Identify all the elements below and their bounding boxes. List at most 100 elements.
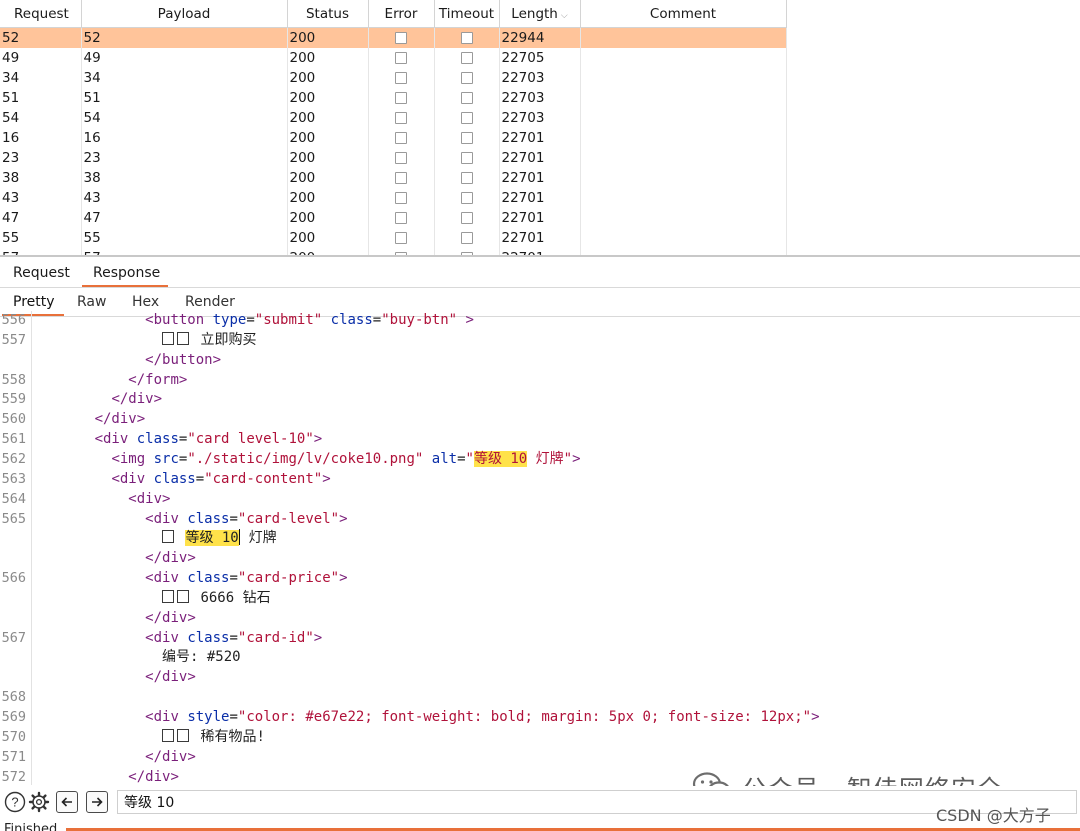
cell-status: 200 (287, 168, 369, 188)
code-text: </div> (145, 609, 196, 626)
line-number: 566 (1, 570, 26, 587)
code-text: 6666 钻石 (162, 588, 271, 608)
line-number: 570 (1, 728, 26, 745)
table-row[interactable]: 16 16 200 22701 (0, 128, 787, 148)
column-header-length[interactable]: Length ⌵ (499, 0, 581, 28)
cell-timeout (434, 68, 500, 88)
table-row[interactable]: 55 55 200 22701 (0, 228, 787, 248)
search-bar: ? (0, 786, 1080, 818)
cell-request: 54 (0, 108, 82, 128)
results-horizontal-scrollbar[interactable] (0, 255, 1080, 257)
tab-hex[interactable]: Hex (132, 294, 159, 310)
table-row[interactable]: 52 52 200 22944 (0, 27, 787, 48)
cell-status: 200 (287, 208, 369, 228)
cell-length: 22705 (499, 48, 581, 68)
code-text: 编号: #520 (162, 649, 241, 666)
cell-status: 200 (287, 128, 369, 148)
code-text: <button type="submit" class="buy-btn" > (145, 312, 474, 328)
cell-request: 55 (0, 228, 82, 248)
tab-raw[interactable]: Raw (77, 294, 106, 310)
cell-comment (580, 68, 787, 88)
cell-error (368, 128, 435, 148)
timeout-checkbox (460, 152, 473, 164)
cell-comment (580, 208, 787, 228)
table-row[interactable]: 23 23 200 22701 (0, 148, 787, 168)
table-row[interactable]: 47 47 200 22701 (0, 208, 787, 228)
error-checkbox (395, 32, 407, 44)
line-number: 564 (1, 490, 26, 507)
table-row[interactable]: 43 43 200 22701 (0, 188, 787, 208)
cell-request: 49 (0, 48, 82, 68)
missing-glyph-box (177, 589, 190, 603)
code-line: 562 <img src="./static/img/lv/coke10.png"… (0, 449, 581, 469)
cell-request: 51 (0, 88, 82, 108)
code-line: 556 <button type="submit" class="buy-btn"… (0, 311, 474, 330)
code-line: 编号: #520 (0, 647, 241, 667)
arrow-left-icon (61, 797, 72, 807)
search-input[interactable] (117, 790, 1077, 814)
missing-glyph-box (162, 728, 175, 742)
tab-render[interactable]: Render (185, 294, 235, 310)
tab-response[interactable]: Response (93, 265, 160, 281)
cell-request: 34 (0, 68, 82, 88)
response-code-view[interactable]: 556 <button type="submit" class="buy-btn"… (0, 311, 1080, 785)
cell-status: 200 (287, 228, 369, 248)
code-text: <div class="card-level"> (145, 510, 348, 527)
error-checkbox (395, 232, 407, 244)
table-row[interactable]: 34 34 200 22703 (0, 68, 787, 88)
cell-error (368, 148, 435, 168)
table-row[interactable]: 49 49 200 22705 (0, 48, 787, 68)
cell-error (368, 68, 435, 88)
code-text: </div> (94, 411, 146, 428)
column-header-timeout[interactable]: Timeout (434, 0, 500, 28)
table-row[interactable]: 38 38 200 22701 (0, 168, 787, 188)
line-number: 565 (1, 510, 26, 527)
code-line: 等级 10 灯牌 (0, 528, 277, 548)
previous-match-button[interactable] (56, 791, 78, 813)
cell-request: 38 (0, 168, 82, 188)
timeout-checkbox (460, 192, 473, 204)
help-button[interactable]: ? (4, 791, 26, 813)
next-match-button[interactable] (86, 791, 108, 813)
timeout-checkbox (460, 32, 473, 44)
code-line: 572 </div> (0, 767, 179, 785)
cell-timeout (434, 208, 500, 228)
column-header-comment[interactable]: Comment (580, 0, 787, 28)
cell-status: 200 (287, 148, 369, 168)
cell-timeout (434, 27, 500, 48)
cell-error (368, 27, 435, 48)
table-row[interactable]: 54 54 200 22703 (0, 108, 787, 128)
code-text: <div class="card-content"> (111, 470, 331, 487)
error-checkbox (395, 52, 407, 64)
tab-pretty[interactable]: Pretty (13, 294, 55, 310)
search-match-highlight: 等级 10 (473, 450, 528, 467)
column-header-status[interactable]: Status (287, 0, 369, 28)
code-line: 569 <div style="color: #e67e22; font-weig… (0, 707, 820, 727)
column-header-request[interactable]: Request (0, 0, 82, 28)
error-checkbox (395, 112, 407, 124)
cell-error (368, 108, 435, 128)
cell-timeout (434, 48, 500, 68)
error-checkbox (395, 212, 407, 224)
code-text: </form> (128, 371, 188, 388)
code-line: 571 </div> (0, 747, 196, 767)
line-number: 560 (1, 411, 26, 428)
code-line: 560 </div> (0, 409, 146, 429)
tab-response-active-indicator (82, 285, 168, 287)
cell-length: 22701 (499, 228, 581, 248)
arrow-right-icon (92, 797, 103, 807)
cell-status: 200 (287, 68, 369, 88)
column-header-error[interactable]: Error (368, 0, 435, 28)
cell-payload: 16 (81, 128, 288, 148)
line-number: 561 (1, 431, 26, 448)
code-text: <img src="./static/img/lv/coke10.png" al… (111, 450, 581, 467)
settings-button[interactable] (28, 791, 50, 813)
code-text: </button> (145, 351, 222, 368)
column-header-payload[interactable]: Payload (81, 0, 288, 28)
table-row[interactable]: 51 51 200 22703 (0, 88, 787, 108)
cell-length: 22701 (499, 148, 581, 168)
cell-comment (580, 168, 787, 188)
tab-request[interactable]: Request (13, 265, 70, 281)
cell-request: 47 (0, 208, 82, 228)
cell-comment (580, 27, 787, 48)
